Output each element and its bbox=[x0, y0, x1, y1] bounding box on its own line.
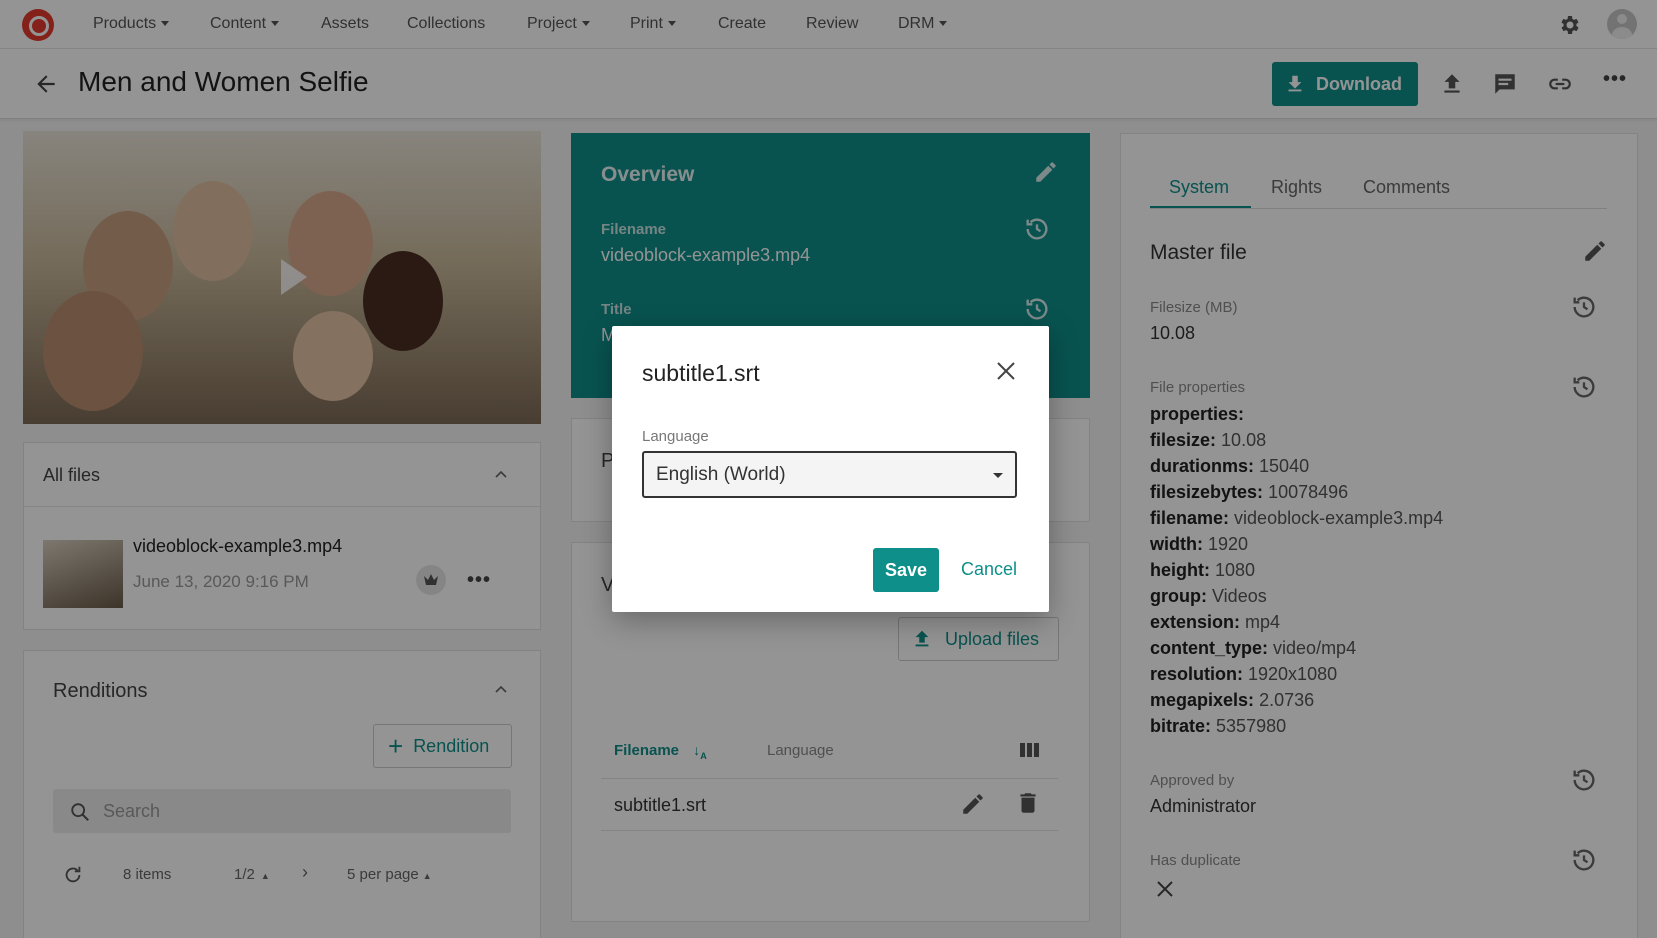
close-icon[interactable] bbox=[995, 360, 1017, 382]
subtitle-dialog: subtitle1.srt Language English (World) S… bbox=[612, 326, 1049, 612]
dialog-title: subtitle1.srt bbox=[642, 360, 760, 386]
save-button[interactable]: Save bbox=[873, 548, 939, 592]
language-select[interactable]: English (World) bbox=[642, 451, 1017, 498]
language-label: Language bbox=[642, 428, 709, 445]
cancel-button[interactable]: Cancel bbox=[961, 559, 1017, 580]
chevron-down-icon bbox=[993, 473, 1003, 478]
